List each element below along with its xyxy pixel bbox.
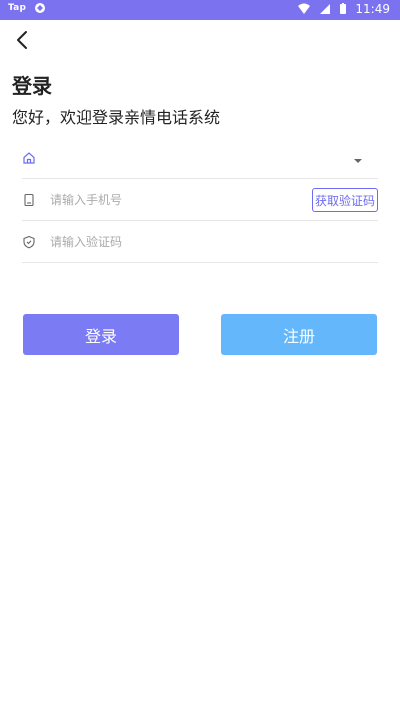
phone-input[interactable] — [48, 192, 272, 208]
signal-icon — [319, 3, 331, 15]
shield-icon — [22, 234, 38, 250]
phone-field: 获取验证码 — [22, 180, 378, 221]
org-select-field[interactable] — [22, 138, 378, 179]
get-code-button[interactable]: 获取验证码 — [311, 188, 378, 212]
chevron-left-icon — [15, 30, 29, 50]
dropdown-arrow-icon[interactable] — [352, 152, 364, 164]
status-bar: Tap 11:49 — [0, 0, 400, 20]
code-input[interactable] — [48, 234, 272, 250]
battery-icon — [339, 3, 347, 15]
page-subtitle: 您好，欢迎登录亲情电话系统 — [12, 108, 221, 127]
back-button[interactable] — [10, 28, 34, 52]
wifi-icon — [297, 3, 311, 15]
status-right: 11:49 — [297, 2, 390, 16]
phone-icon — [22, 192, 38, 208]
status-app-label: Tap — [8, 3, 27, 13]
page-title: 登录 — [12, 74, 52, 98]
register-button[interactable]: 注册 — [221, 314, 377, 355]
status-left: Tap — [8, 2, 46, 14]
status-time: 11:49 — [355, 2, 390, 16]
home-icon — [22, 150, 38, 166]
code-field — [22, 222, 378, 263]
login-button[interactable]: 登录 — [23, 314, 179, 355]
sync-icon — [34, 2, 46, 14]
